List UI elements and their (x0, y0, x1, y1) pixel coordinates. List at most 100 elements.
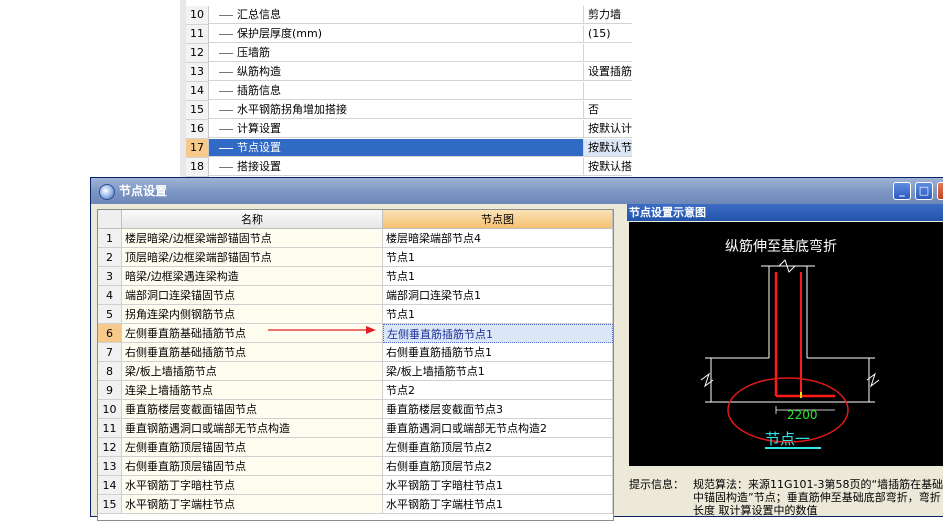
node-diagram-cell[interactable]: 节点1 (383, 305, 613, 324)
property-name: 汇总信息 (209, 6, 584, 24)
property-value[interactable]: (15) (584, 25, 632, 43)
property-row[interactable]: 12 压墙筋 (186, 44, 632, 63)
row-number: 12 (98, 438, 122, 457)
property-row[interactable]: 11 保护层厚度(mm) (15) (186, 25, 632, 44)
node-diagram-cell[interactable]: 水平钢筋丁字暗柱节点1 (383, 476, 613, 495)
row-number: 14 (98, 476, 122, 495)
hint-text: 规范算法：来源11G101-3第58页的“墙插筋在基础中锚固构造”节点；垂直筋伸… (693, 478, 943, 517)
table-row[interactable]: 8 梁/板上墙插筋节点 梁/板上墙插筋节点1 (98, 362, 613, 381)
table-row[interactable]: 9 连梁上墙插筋节点 节点2 (98, 381, 613, 400)
property-row-number: 17 (186, 139, 209, 158)
diagram-caption: 纵筋伸至基底弯折 (725, 239, 837, 255)
maximize-button[interactable]: □ (915, 182, 933, 200)
property-row[interactable]: 17节点设置按默认节点设置计算 (186, 139, 632, 158)
node-name-cell: 垂直筋楼层变截面锚固节点 (122, 400, 383, 419)
close-button[interactable]: × (937, 182, 943, 200)
node-settings-table: 名称 节点图 1 楼层暗梁/边框梁端部锚固节点 楼层暗梁端部节点4 2 顶层暗梁/边框梁… (97, 209, 614, 521)
node-diagram-cell[interactable]: 水平钢筋丁字端柱节点1 (383, 495, 613, 514)
node-name-cell: 端部洞口连梁锚固节点 (122, 286, 383, 305)
property-name: 纵筋构造 (209, 63, 584, 81)
property-value[interactable]: 否 (584, 101, 632, 119)
table-row[interactable]: 15 水平钢筋丁字端柱节点 水平钢筋丁字端柱节点1 (98, 495, 613, 514)
row-number: 8 (98, 362, 122, 381)
row-number: 5 (98, 305, 122, 324)
node-diagram-cell[interactable]: 垂直筋楼层变截面节点3 (383, 400, 613, 419)
table-row[interactable]: 14 水平钢筋丁字暗柱节点 水平钢筋丁字暗柱节点1 (98, 476, 613, 495)
property-value[interactable] (584, 82, 632, 100)
property-row-number: 16 (186, 120, 209, 139)
node-name-cell: 左侧垂直筋顶层锚固节点 (122, 438, 383, 457)
node-diagram-cell[interactable]: 垂直筋遇洞口或端部无节点构造2 (383, 419, 613, 438)
property-value[interactable]: 按默认计算设置计算 (584, 120, 632, 138)
property-row[interactable]: 18搭接设置按默认搭接设置计算 (186, 158, 632, 177)
property-grid: 10 汇总信息 剪力墙 11 保护层厚度(mm) (15) 12 压墙筋 13 纵筋构造 设置插筋 1… (186, 0, 632, 178)
property-row-number: 10 (186, 6, 209, 25)
node-diagram[interactable]: 纵筋伸至基底弯折 2200 节点一 (629, 222, 943, 466)
row-number: 3 (98, 267, 122, 286)
property-name: 搭接设置 (209, 158, 584, 176)
dialog-titlebar[interactable]: 节点设置 _ □ × (91, 178, 943, 204)
table-row[interactable]: 13 右侧垂直筋顶层锚固节点 右侧垂直筋顶层节点2 (98, 457, 613, 476)
table-row[interactable]: 4 端部洞口连梁锚固节点 端部洞口连梁节点1 (98, 286, 613, 305)
property-value[interactable]: 设置插筋 (584, 63, 632, 81)
row-number-header (98, 210, 122, 229)
property-row[interactable]: 16计算设置按默认计算设置计算 (186, 120, 632, 139)
table-row[interactable]: 2 顶层暗梁/边框梁端部锚固节点 节点1 (98, 248, 613, 267)
property-row[interactable]: 15 水平钢筋拐角增加搭接否 (186, 101, 632, 120)
node-diagram-cell[interactable]: 左侧垂直筋插筋节点1 (383, 324, 613, 343)
row-number: 4 (98, 286, 122, 305)
node-name-cell: 水平钢筋丁字端柱节点 (122, 495, 383, 514)
node-diagram-cell[interactable]: 端部洞口连梁节点1 (383, 286, 613, 305)
row-number: 9 (98, 381, 122, 400)
app-icon (99, 184, 115, 200)
dimension-label: 2200 (787, 408, 818, 422)
table-row[interactable]: 5 拐角连梁内侧钢筋节点 节点1 (98, 305, 613, 324)
node-diagram-cell[interactable]: 右侧垂直筋顶层节点2 (383, 457, 613, 476)
property-name: 保护层厚度(mm) (209, 25, 584, 43)
node-name-cell: 梁/板上墙插筋节点 (122, 362, 383, 381)
node-diagram-cell[interactable]: 节点1 (383, 248, 613, 267)
hint-panel: 提示信息： 规范算法：来源11G101-3第58页的“墙插筋在基础中锚固构造”节… (627, 476, 943, 517)
row-number: 1 (98, 229, 122, 248)
table-row[interactable]: 1 楼层暗梁/边框梁端部锚固节点 楼层暗梁端部节点4 (98, 229, 613, 248)
property-row[interactable]: 13 纵筋构造 设置插筋 (186, 63, 632, 82)
node-name-cell: 垂直钢筋遇洞口或端部无节点构造 (122, 419, 383, 438)
property-value[interactable]: 按默认节点设置计算 (584, 139, 632, 157)
table-row[interactable]: 12 左侧垂直筋顶层锚固节点 左侧垂直筋顶层节点2 (98, 438, 613, 457)
row-number: 10 (98, 400, 122, 419)
row-number: 11 (98, 419, 122, 438)
name-column-header[interactable]: 名称 (122, 210, 383, 229)
table-row[interactable]: 7 右侧垂直筋基础插筋节点 右侧垂直筋插筋节点1 (98, 343, 613, 362)
property-row[interactable]: 10 汇总信息 剪力墙 (186, 6, 632, 25)
property-name: 水平钢筋拐角增加搭接 (209, 101, 584, 119)
node-diagram-cell[interactable]: 节点1 (383, 267, 613, 286)
node-diagram-cell[interactable]: 梁/板上墙插筋节点1 (383, 362, 613, 381)
table-row[interactable]: 10 垂直筋楼层变截面锚固节点 垂直筋楼层变截面节点3 (98, 400, 613, 419)
node-name-cell: 楼层暗梁/边框梁端部锚固节点 (122, 229, 383, 248)
property-value[interactable]: 按默认搭接设置计算 (584, 158, 632, 176)
dialog-title: 节点设置 (119, 184, 168, 198)
property-name: 节点设置 (209, 139, 584, 157)
node-diagram-cell[interactable]: 左侧垂直筋顶层节点2 (383, 438, 613, 457)
node-diagram-cell[interactable]: 节点2 (383, 381, 613, 400)
node-name-cell: 右侧垂直筋顶层锚固节点 (122, 457, 383, 476)
property-value[interactable]: 剪力墙 (584, 6, 632, 24)
node-name-cell: 右侧垂直筋基础插筋节点 (122, 343, 383, 362)
minimize-button[interactable]: _ (893, 182, 911, 200)
node-name-cell: 拐角连梁内侧钢筋节点 (122, 305, 383, 324)
node-diagram-cell[interactable]: 楼层暗梁端部节点4 (383, 229, 613, 248)
table-row[interactable]: 11 垂直钢筋遇洞口或端部无节点构造 垂直筋遇洞口或端部无节点构造2 (98, 419, 613, 438)
property-row-number: 12 (186, 44, 209, 63)
row-number: 2 (98, 248, 122, 267)
row-number: 7 (98, 343, 122, 362)
node-diagram-cell[interactable]: 右侧垂直筋插筋节点1 (383, 343, 613, 362)
property-value[interactable] (584, 44, 632, 62)
property-row-number: 11 (186, 25, 209, 44)
node-column-header[interactable]: 节点图 (383, 210, 613, 229)
row-number: 15 (98, 495, 122, 514)
property-row-number: 18 (186, 158, 209, 177)
row-number: 6 (98, 324, 122, 343)
diagram-panel-title: 节点设置示意图 (627, 204, 943, 221)
table-row[interactable]: 3 暗梁/边框梁遇连梁构造 节点1 (98, 267, 613, 286)
property-row[interactable]: 14 插筋信息 (186, 82, 632, 101)
